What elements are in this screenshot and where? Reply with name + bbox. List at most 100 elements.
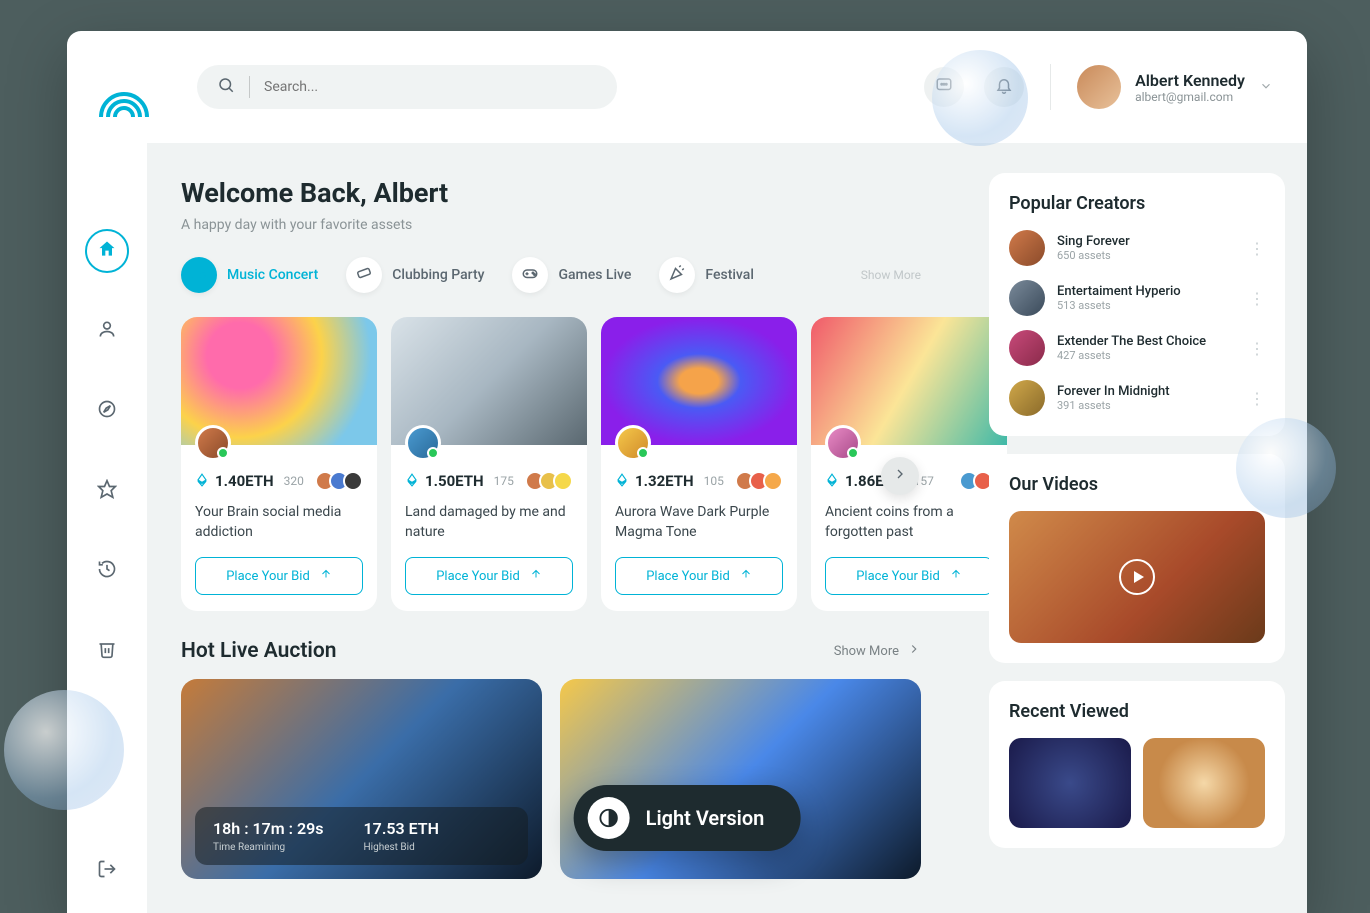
creator-avatar (1009, 380, 1045, 416)
chevron-right-icon (907, 642, 921, 660)
eth-icon (615, 472, 629, 491)
categories-show-more[interactable]: Show More (861, 268, 921, 282)
creator-name: Forever In Midnight (1057, 384, 1170, 399)
place-bid-button[interactable]: Place Your Bid (615, 557, 783, 595)
recent-thumb[interactable] (1009, 738, 1131, 828)
card-image (811, 317, 1007, 445)
videos-heading: Our Videos (1009, 474, 1265, 495)
popular-creators-panel: Popular Creators Sing Forever650 assets⋮… (989, 173, 1285, 436)
gamepad-icon (521, 264, 539, 286)
online-dot-icon (217, 447, 229, 459)
card-row: 1.40ETH320 Your Brain social media addic… (181, 317, 921, 611)
sidebar-item-home[interactable] (85, 229, 129, 273)
theme-toggle[interactable]: Light Version (574, 785, 801, 851)
place-bid-button[interactable]: Place Your Bid (825, 557, 993, 595)
user-icon (97, 319, 117, 343)
place-bid-button[interactable]: Place Your Bid (405, 557, 573, 595)
tab-label: Games Live (558, 267, 631, 283)
creator-row[interactable]: Forever In Midnight391 assets ⋮ (1009, 380, 1265, 416)
tab-games-live[interactable]: Games Live (512, 257, 631, 293)
creator-row[interactable]: Entertaiment Hyperio513 assets⋮ (1009, 280, 1265, 316)
search-input[interactable] (264, 79, 597, 95)
history-icon (97, 559, 117, 583)
sidebar-item-logout[interactable] (85, 849, 129, 893)
tab-label: Clubbing Party (392, 267, 484, 283)
creator-assets: 427 assets (1057, 349, 1206, 362)
music-icon (190, 264, 208, 286)
asset-card[interactable]: 1.50ETH 175 Land damaged by me and nature… (391, 317, 587, 611)
arrow-up-icon (530, 568, 542, 584)
auction-show-more[interactable]: Show More (834, 642, 921, 660)
auction-card[interactable]: 18h : 17m : 29sTime Reamining 17.53 ETHH… (181, 679, 542, 879)
ticket-icon (355, 264, 373, 286)
price: 1.40ETH (215, 472, 274, 490)
user-info: Albert Kennedy albert@gmail.com (1135, 71, 1245, 104)
sidebar-item-trash[interactable] (85, 629, 129, 673)
price: 1.32ETH (635, 472, 694, 490)
sidebar-item-explore[interactable] (85, 389, 129, 433)
asset-card[interactable]: 1.40ETH320 Your Brain social media addic… (181, 317, 377, 611)
bid-label: Highest Bid (364, 842, 439, 853)
theme-label: Light Version (646, 806, 765, 830)
card-title: Land damaged by me and nature (405, 503, 573, 543)
confetti-icon (668, 264, 686, 286)
recent-thumbnails (1009, 738, 1265, 828)
count: 105 (704, 474, 724, 488)
play-icon[interactable] (1119, 559, 1155, 595)
video-thumbnail[interactable] (1009, 511, 1265, 643)
online-dot-icon (847, 447, 859, 459)
creator-name: Extender The Best Choice (1057, 334, 1206, 349)
message-icon (935, 76, 953, 98)
sidebar-item-profile[interactable] (85, 309, 129, 353)
creator-name: Sing Forever (1057, 234, 1130, 249)
notifications-button[interactable] (984, 67, 1024, 107)
price: 1.50ETH (425, 472, 484, 490)
more-vertical-icon[interactable]: ⋮ (1249, 239, 1265, 258)
sidebar-item-favorites[interactable] (85, 469, 129, 513)
creator-row[interactable]: Sing Forever650 assets⋮ (1009, 230, 1265, 266)
bell-icon (995, 76, 1013, 98)
auction-overlay: 18h : 17m : 29sTime Reamining 17.53 ETHH… (195, 807, 528, 865)
owner-avatar (405, 425, 441, 461)
card-title: Aurora Wave Dark Purple Magma Tone (615, 503, 783, 543)
sidebar-item-history[interactable] (85, 549, 129, 593)
trash-icon (97, 639, 117, 663)
recent-panel: Recent Viewed (989, 681, 1285, 848)
creator-avatar (1009, 230, 1045, 266)
eth-icon (825, 472, 839, 491)
asset-card[interactable]: 1.32ETH 105 Aurora Wave Dark Purple Magma… (601, 317, 797, 611)
recent-thumb[interactable] (1143, 738, 1265, 828)
more-vertical-icon[interactable]: ⋮ (1249, 389, 1265, 408)
tab-label: Festival (705, 267, 753, 283)
arrow-up-icon (950, 568, 962, 584)
count: 175 (494, 474, 514, 488)
star-icon (97, 479, 117, 503)
home-icon (97, 239, 117, 263)
user-menu[interactable]: Albert Kennedy albert@gmail.com (1077, 65, 1273, 109)
messages-button[interactable] (924, 67, 964, 107)
card-image (601, 317, 797, 445)
compass-icon (97, 399, 117, 423)
online-dot-icon (637, 447, 649, 459)
creator-row[interactable]: Extender The Best Choice427 assets ⋮ (1009, 330, 1265, 366)
search-box[interactable] (197, 65, 617, 109)
place-bid-button[interactable]: Place Your Bid (195, 557, 363, 595)
carousel-next-button[interactable] (881, 457, 919, 495)
tab-music-concert[interactable]: Music Concert (181, 257, 318, 293)
card-image (181, 317, 377, 445)
count: 320 (284, 474, 304, 488)
app-logo (97, 81, 151, 125)
tab-clubbing-party[interactable]: Clubbing Party (346, 257, 484, 293)
right-column: Popular Creators Sing Forever650 assets⋮… (989, 173, 1285, 848)
logout-icon (97, 859, 117, 883)
search-divider (249, 76, 250, 98)
creator-avatar (1009, 330, 1045, 366)
more-vertical-icon[interactable]: ⋮ (1249, 289, 1265, 308)
highest-bid-value: 17.53 ETH (364, 819, 439, 838)
tab-festival[interactable]: Festival (659, 257, 753, 293)
creators-heading: Popular Creators (1009, 193, 1265, 214)
creator-name: Entertaiment Hyperio (1057, 284, 1181, 299)
time-remaining-value: 18h : 17m : 29s (213, 819, 324, 838)
creator-assets: 391 assets (1057, 399, 1170, 412)
more-vertical-icon[interactable]: ⋮ (1249, 339, 1265, 358)
